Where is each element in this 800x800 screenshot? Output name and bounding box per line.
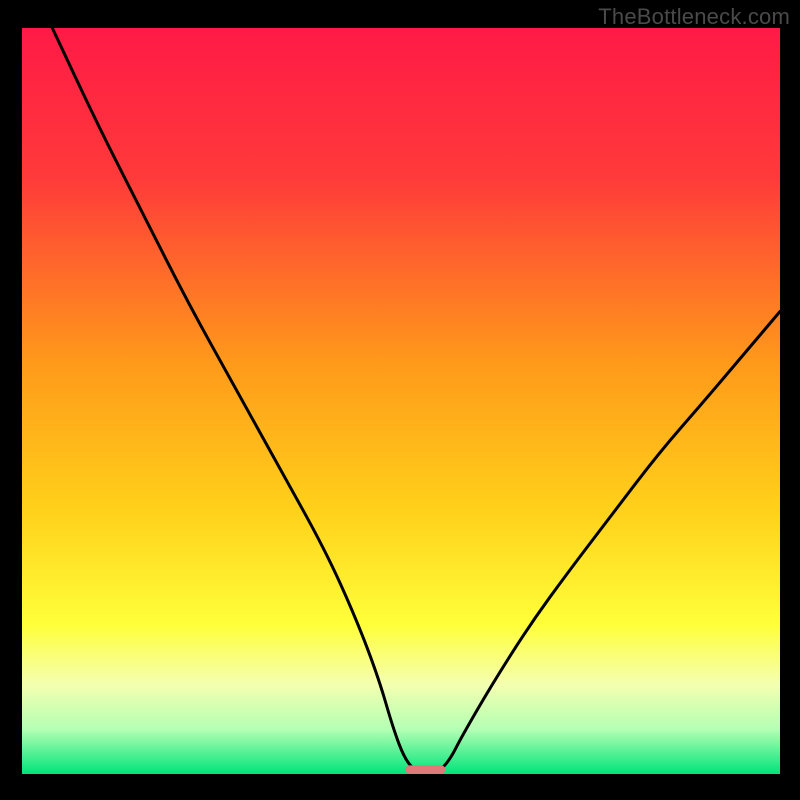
chart-frame: TheBottleneck.com bbox=[0, 0, 800, 800]
plot-background bbox=[22, 28, 780, 774]
optimum-marker bbox=[405, 765, 445, 773]
bottleneck-chart bbox=[0, 0, 800, 800]
